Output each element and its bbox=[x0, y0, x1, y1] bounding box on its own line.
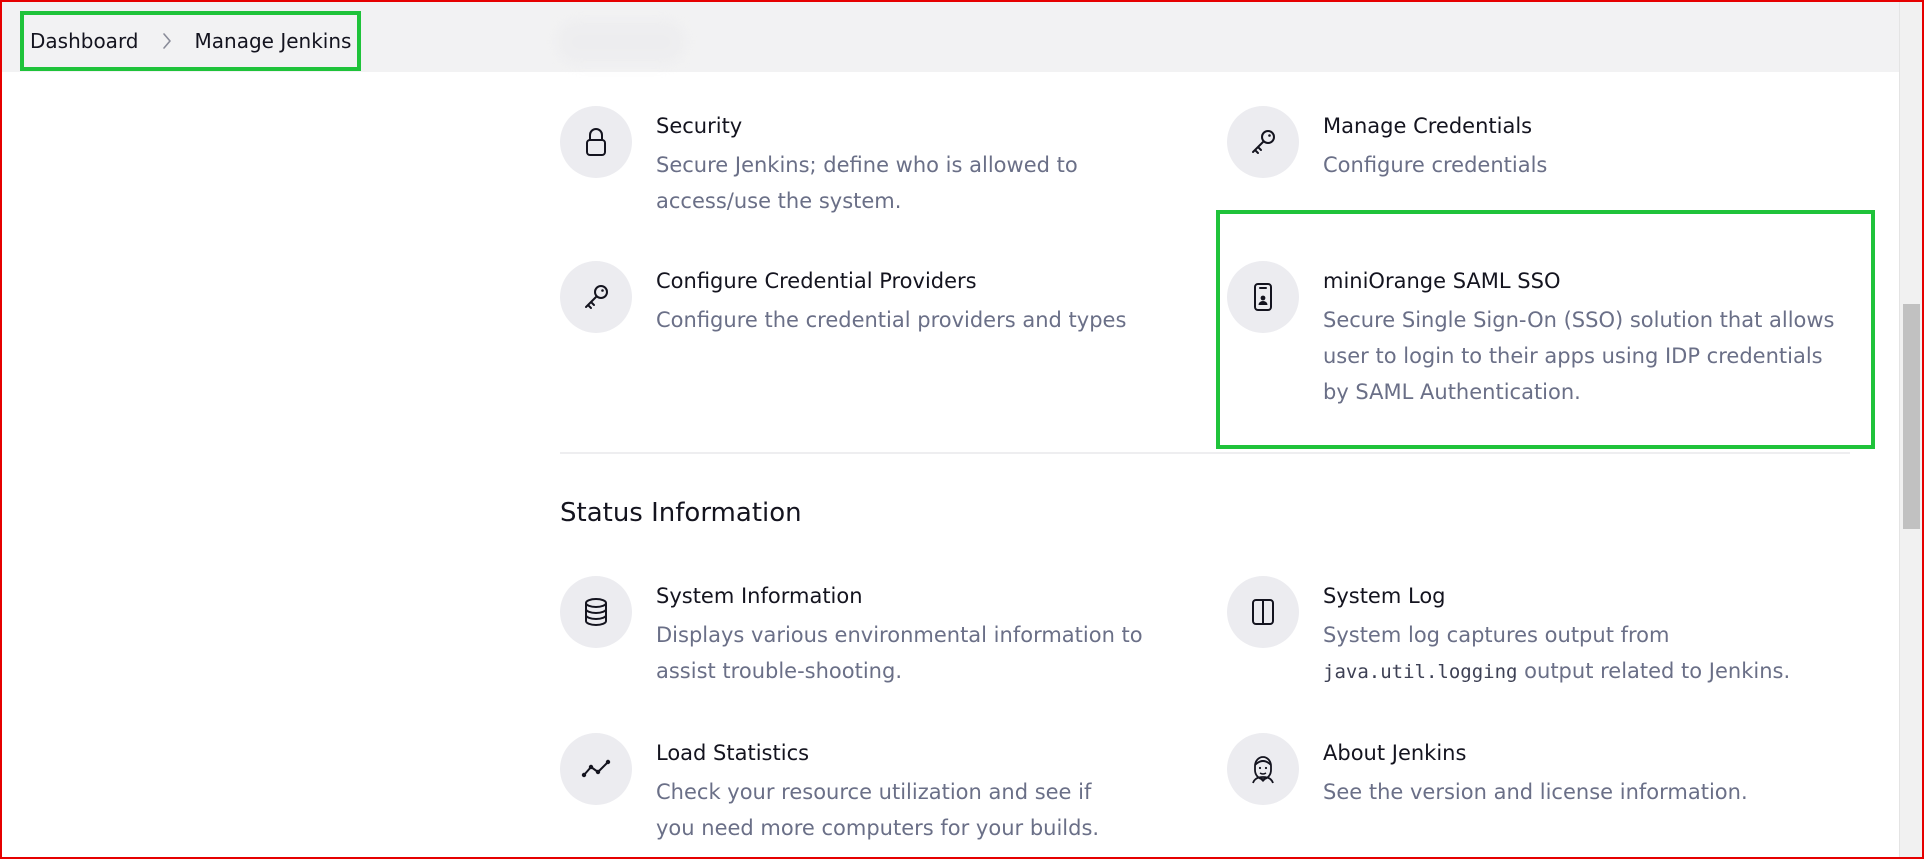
description-text: System log captures output from bbox=[1323, 623, 1670, 647]
item-description: Configure the credential providers and t… bbox=[656, 308, 1127, 332]
key-icon bbox=[560, 261, 632, 333]
description-text: output related to Jenkins. bbox=[1524, 659, 1791, 683]
manage-item-system-information[interactable]: System Information Displays various envi… bbox=[560, 576, 1160, 689]
item-description: Secure Jenkins; define who is allowed to… bbox=[656, 153, 1078, 213]
vertical-scrollbar[interactable] bbox=[1899, 2, 1922, 857]
manage-item-load-statistics[interactable]: Load Statistics Check your resource util… bbox=[560, 733, 1160, 846]
database-icon bbox=[560, 576, 632, 648]
chevron-right-icon bbox=[140, 32, 194, 50]
id-badge-icon bbox=[1227, 261, 1299, 333]
item-title: System Information bbox=[656, 584, 863, 608]
item-title: Security bbox=[656, 114, 743, 138]
item-description: Configure credentials bbox=[1323, 153, 1548, 177]
manage-item-system-log[interactable]: System Log System log captures output fr… bbox=[1227, 576, 1857, 690]
item-title: Configure Credential Providers bbox=[656, 269, 977, 293]
section-heading-status-information: Status Information bbox=[560, 498, 802, 528]
item-title: miniOrange SAML SSO bbox=[1323, 269, 1561, 293]
item-title: Load Statistics bbox=[656, 741, 810, 765]
item-title: System Log bbox=[1323, 584, 1446, 608]
manage-item-about-jenkins[interactable]: About Jenkins See the version and licens… bbox=[1227, 733, 1857, 810]
manage-item-miniorange-saml-sso[interactable]: miniOrange SAML SSO Secure Single Sign-O… bbox=[1227, 261, 1857, 410]
manage-item-security[interactable]: Security Secure Jenkins; define who is a… bbox=[560, 106, 1160, 219]
breadcrumb: Dashboard Manage Jenkins bbox=[29, 11, 352, 71]
manage-item-manage-credentials[interactable]: Manage Credentials Configure credentials bbox=[1227, 106, 1847, 183]
scrollbar-thumb[interactable] bbox=[1903, 304, 1920, 529]
jenkins-butler-icon bbox=[1227, 733, 1299, 805]
item-description: System log captures output from java.uti… bbox=[1323, 617, 1823, 690]
line-graph-icon bbox=[560, 733, 632, 805]
lock-icon bbox=[560, 106, 632, 178]
header-placeholder bbox=[556, 20, 686, 64]
sidebar-panel-icon bbox=[1227, 576, 1299, 648]
item-title: About Jenkins bbox=[1323, 741, 1467, 765]
section-divider bbox=[560, 452, 1850, 454]
item-description: Check your resource utilization and see … bbox=[656, 780, 1100, 840]
item-description: See the version and license information. bbox=[1323, 780, 1748, 804]
breadcrumb-bar: Dashboard Manage Jenkins bbox=[0, 0, 1899, 72]
breadcrumb-dashboard[interactable]: Dashboard bbox=[29, 29, 140, 53]
description-code: java.util.logging bbox=[1323, 661, 1518, 683]
key-icon bbox=[1227, 106, 1299, 178]
item-description: Displays various environmental informati… bbox=[656, 623, 1143, 683]
item-description: Secure Single Sign-On (SSO) solution tha… bbox=[1323, 308, 1835, 404]
breadcrumb-manage-jenkins[interactable]: Manage Jenkins bbox=[194, 29, 353, 53]
manage-item-configure-credential-providers[interactable]: Configure Credential Providers Configure… bbox=[560, 261, 1160, 338]
item-title: Manage Credentials bbox=[1323, 114, 1533, 138]
